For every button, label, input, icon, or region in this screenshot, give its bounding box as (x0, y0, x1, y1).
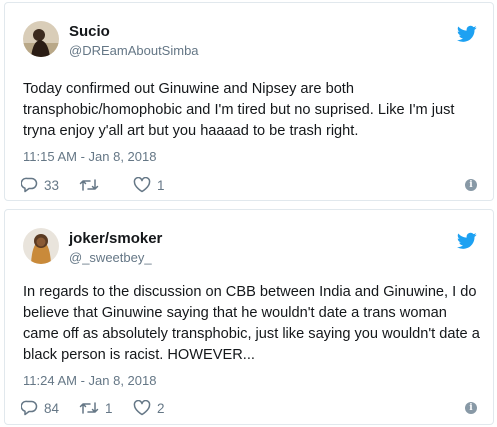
like-button[interactable]: 1 (133, 177, 165, 193)
display-name[interactable]: Sucio (69, 23, 110, 40)
action-bar: 33 1 i (21, 175, 477, 195)
tweet-card[interactable]: joker/smoker @_sweetbey_ In regards to t… (4, 209, 494, 425)
reply-count: 33 (44, 177, 60, 193)
like-count: 1 (157, 177, 165, 193)
user-handle[interactable]: @DREamAboutSimba (69, 43, 199, 58)
retweet-button[interactable]: 1 (79, 401, 113, 416)
twitter-bird-icon[interactable] (457, 25, 477, 43)
retweet-button[interactable] (79, 178, 113, 192)
display-name[interactable]: joker/smoker (69, 230, 162, 247)
tweet-card[interactable]: Sucio @DREamAboutSimba Today confirmed o… (4, 2, 494, 201)
tweet-text: Today confirmed out Ginuwine and Nipsey … (23, 81, 455, 139)
like-button[interactable]: 2 (133, 400, 165, 416)
reply-icon (21, 400, 38, 416)
retweet-icon (79, 179, 99, 191)
info-icon[interactable]: i (465, 402, 477, 414)
info-icon[interactable]: i (465, 179, 477, 191)
retweet-icon (79, 402, 99, 414)
user-handle[interactable]: @_sweetbey_ (69, 250, 152, 265)
reply-count: 84 (44, 400, 60, 416)
heart-icon (133, 177, 151, 193)
timestamp[interactable]: 11:15 AM - Jan 8, 2018 (23, 149, 156, 164)
tweet-text: In regards to the discussion on CBB betw… (23, 284, 480, 363)
avatar[interactable] (23, 228, 59, 264)
retweet-count: 1 (105, 400, 113, 416)
twitter-bird-icon[interactable] (457, 232, 477, 250)
reply-icon (21, 177, 38, 193)
action-bar: 84 1 2 i (21, 398, 477, 418)
heart-icon (133, 400, 151, 416)
like-count: 2 (157, 400, 165, 416)
avatar[interactable] (23, 21, 59, 57)
reply-button[interactable]: 84 (21, 400, 59, 416)
reply-button[interactable]: 33 (21, 177, 59, 193)
timestamp[interactable]: 11:24 AM - Jan 8, 2018 (23, 373, 156, 388)
